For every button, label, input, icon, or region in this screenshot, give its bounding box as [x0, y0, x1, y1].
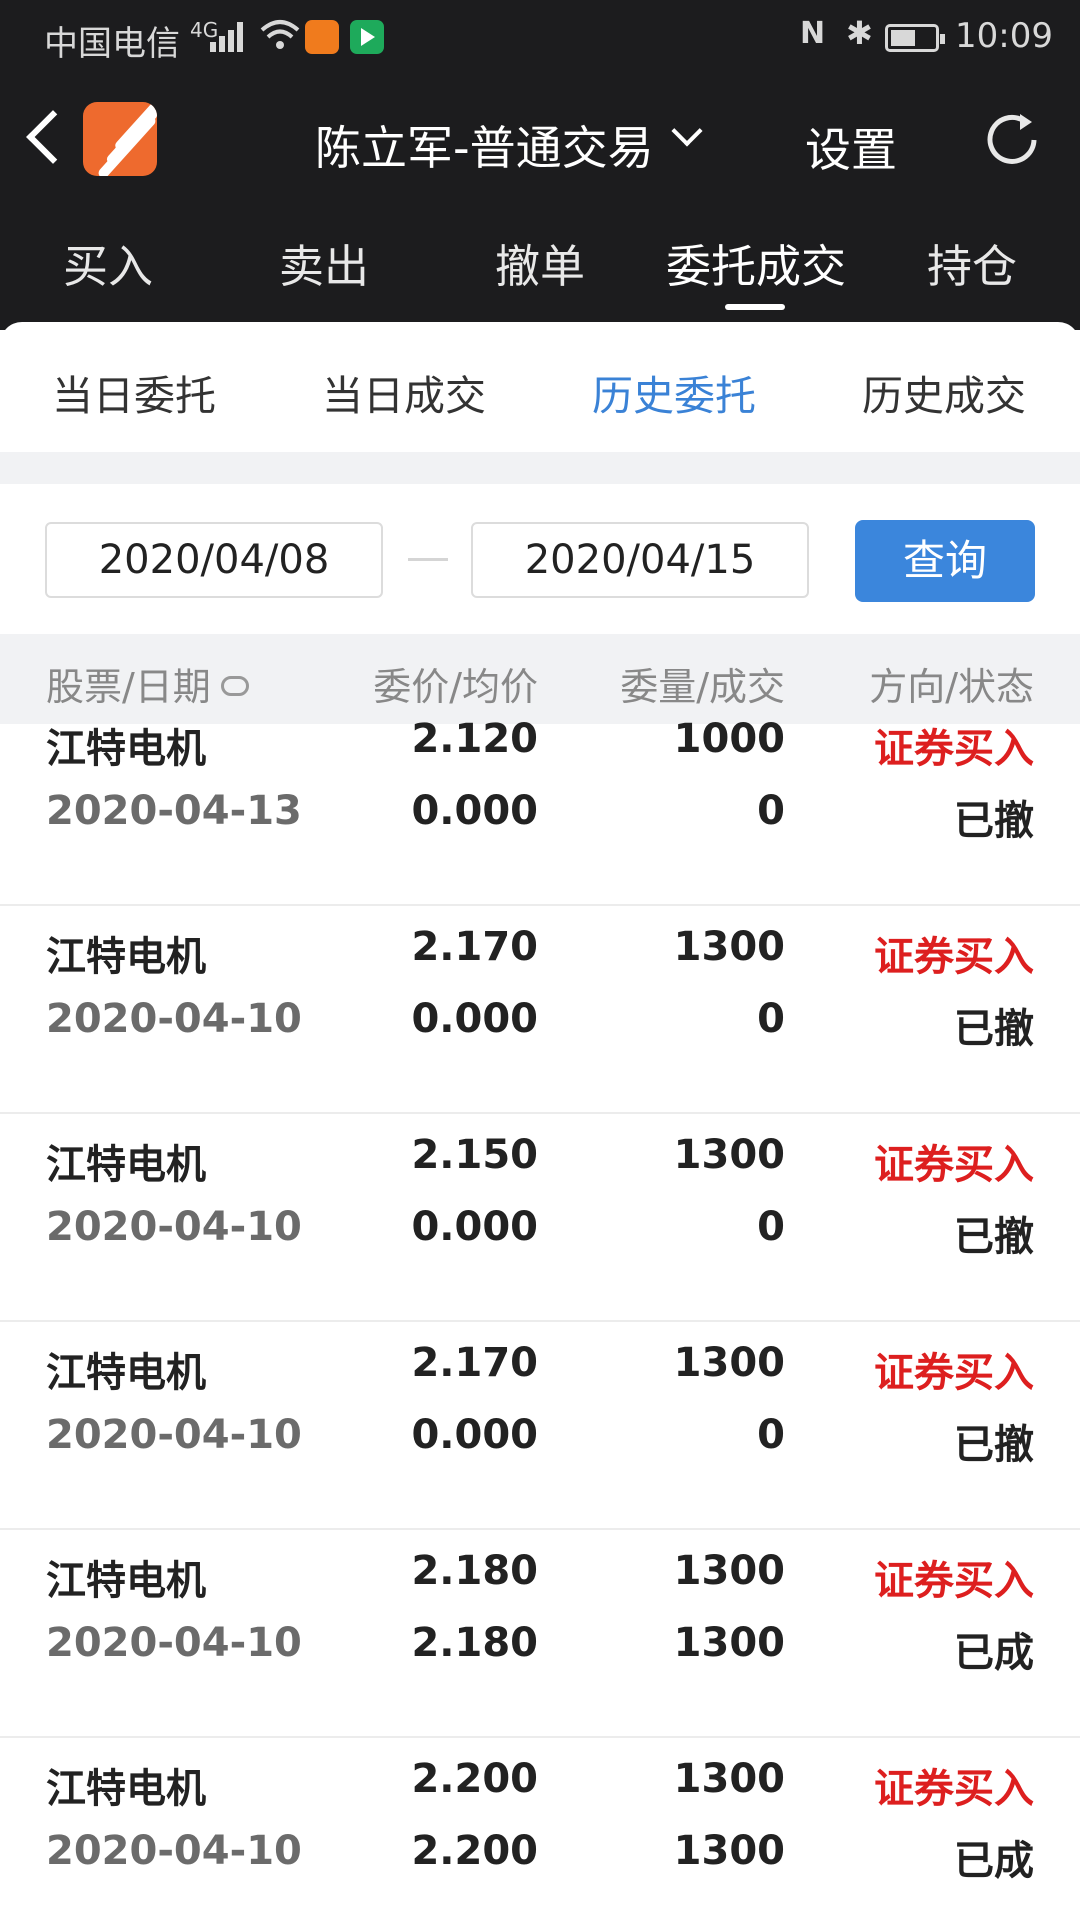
- order-quantity: 1000: [673, 716, 785, 762]
- average-price: 0.000: [411, 996, 538, 1042]
- order-status: 已成: [954, 1630, 1034, 1676]
- bluetooth-icon: ✱: [846, 14, 873, 52]
- table-row[interactable]: 江特电机 2020-04-13 2.120 0.000 1000 0 证券买入 …: [0, 698, 1080, 906]
- subtab-history-trades[interactable]: 历史成交: [862, 362, 1026, 422]
- order-direction: 证券买入: [874, 1350, 1034, 1396]
- battery-icon: [885, 24, 945, 52]
- order-quantity: 1300: [673, 924, 785, 970]
- query-button[interactable]: 查询: [855, 520, 1035, 602]
- stock-name: 江特电机: [46, 1558, 206, 1604]
- video-app-icon: [350, 20, 384, 54]
- order-status: 已撤: [954, 1422, 1034, 1468]
- order-direction: 证券买入: [874, 1142, 1034, 1188]
- status-bar: 中国电信 4G N ✱ 10:09: [0, 0, 1080, 80]
- order-quantity: 1300: [673, 1756, 785, 1802]
- order-date: 2020-04-10: [46, 1828, 302, 1874]
- sort-toggle-icon[interactable]: [220, 675, 249, 696]
- start-date-field[interactable]: 2020/04/08: [45, 522, 383, 598]
- wifi-icon: [260, 20, 300, 49]
- order-direction: 证券买入: [874, 726, 1034, 772]
- top-header: 中国电信 4G N ✱ 10:09 陈立军-普通交易 设置 买入 卖出 撤单 委…: [0, 0, 1080, 330]
- order-quantity: 1300: [673, 1132, 785, 1178]
- order-price: 2.120: [411, 716, 538, 762]
- order-price: 2.170: [411, 1340, 538, 1386]
- table-row[interactable]: 江特电机 2020-04-10 2.150 0.000 1300 0 证券买入 …: [0, 1114, 1080, 1322]
- average-price: 2.200: [411, 1828, 538, 1874]
- main-tab-bar: 买入 卖出 撤单 委托成交 持仓: [0, 230, 1080, 320]
- order-direction: 证券买入: [874, 934, 1034, 980]
- average-price: 0.000: [411, 1412, 538, 1458]
- order-price: 2.200: [411, 1756, 538, 1802]
- filled-quantity: 0: [757, 1204, 785, 1250]
- sub-tab-bar: 当日委托 当日成交 历史委托 历史成交: [0, 322, 1080, 452]
- order-status: 已撤: [954, 1214, 1034, 1260]
- tab-sell[interactable]: 卖出: [216, 230, 432, 295]
- back-arrow-icon[interactable]: [26, 110, 80, 164]
- tab-positions[interactable]: 持仓: [864, 230, 1080, 295]
- subtab-today-orders[interactable]: 当日委托: [52, 362, 216, 422]
- filled-quantity: 1300: [673, 1828, 785, 1874]
- tab-orders-trades[interactable]: 委托成交: [648, 230, 864, 295]
- filled-quantity: 0: [757, 788, 785, 834]
- stock-name: 江特电机: [46, 1766, 206, 1812]
- table-row[interactable]: 江特电机 2020-04-10 2.170 0.000 1300 0 证券买入 …: [0, 906, 1080, 1114]
- stock-name: 江特电机: [46, 726, 206, 772]
- order-price: 2.150: [411, 1132, 538, 1178]
- average-price: 2.180: [411, 1620, 538, 1666]
- app-logo-icon: [83, 102, 157, 176]
- end-date-field[interactable]: 2020/04/15: [471, 522, 809, 598]
- content-card: 当日委托 当日成交 历史委托 历史成交 2020/04/08 2020/04/1…: [0, 322, 1080, 1920]
- clock-time: 10:09: [955, 16, 1053, 56]
- order-quantity: 1300: [673, 1340, 785, 1386]
- nav-bar: 陈立军-普通交易 设置: [0, 90, 1080, 190]
- refresh-icon[interactable]: [980, 108, 1044, 172]
- filled-quantity: 0: [757, 996, 785, 1042]
- order-price: 2.170: [411, 924, 538, 970]
- order-date: 2020-04-10: [46, 1204, 302, 1250]
- date-range-dash: [408, 558, 448, 561]
- order-quantity: 1300: [673, 1548, 785, 1594]
- settings-button[interactable]: 设置: [805, 114, 897, 180]
- table-row[interactable]: 江特电机 2020-04-10 2.170 0.000 1300 0 证券买入 …: [0, 1322, 1080, 1530]
- filled-quantity: 1300: [673, 1620, 785, 1666]
- stock-name: 江特电机: [46, 934, 206, 980]
- tab-buy[interactable]: 买入: [0, 230, 216, 295]
- order-direction: 证券买入: [874, 1558, 1034, 1604]
- order-direction: 证券买入: [874, 1766, 1034, 1812]
- carrier-label: 中国电信: [44, 24, 180, 64]
- average-price: 0.000: [411, 1204, 538, 1250]
- section-divider: [0, 452, 1080, 484]
- signal-icon: [210, 22, 246, 52]
- uc-browser-icon: [305, 20, 339, 54]
- date-filter: 2020/04/08 2020/04/15 查询: [0, 484, 1080, 634]
- order-status: 已撤: [954, 1006, 1034, 1052]
- filled-quantity: 0: [757, 1412, 785, 1458]
- nfc-icon: N: [800, 16, 826, 51]
- average-price: 0.000: [411, 788, 538, 834]
- active-tab-indicator: [725, 304, 785, 310]
- order-status: 已成: [954, 1838, 1034, 1884]
- order-date: 2020-04-13: [46, 788, 302, 834]
- subtab-history-orders[interactable]: 历史委托: [592, 362, 756, 422]
- stock-name: 江特电机: [46, 1142, 206, 1188]
- chevron-down-icon[interactable]: [671, 115, 703, 147]
- order-date: 2020-04-10: [46, 996, 302, 1042]
- table-row[interactable]: 江特电机 2020-04-10 2.180 2.180 1300 1300 证券…: [0, 1530, 1080, 1738]
- table-row[interactable]: 江特电机 2020-04-10 2.200 2.200 1300 1300 证券…: [0, 1738, 1080, 1920]
- order-status: 已撤: [954, 798, 1034, 844]
- stock-name: 江特电机: [46, 1350, 206, 1396]
- order-date: 2020-04-10: [46, 1412, 302, 1458]
- order-date: 2020-04-10: [46, 1620, 302, 1666]
- account-title[interactable]: 陈立军-普通交易: [315, 112, 654, 178]
- subtab-today-trades[interactable]: 当日成交: [322, 362, 486, 422]
- tab-cancel-order[interactable]: 撤单: [432, 230, 648, 295]
- order-price: 2.180: [411, 1548, 538, 1594]
